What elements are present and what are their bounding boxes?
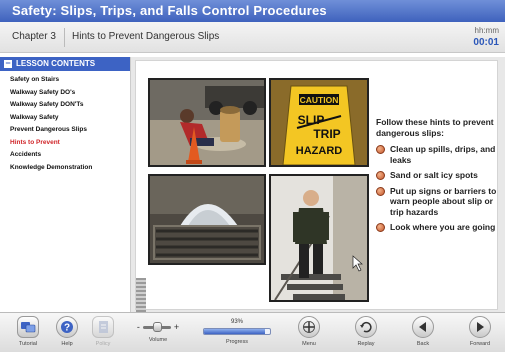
progress-percent: 93% bbox=[230, 319, 243, 325]
hint-item: Put up signs or barriers to warn people … bbox=[376, 186, 504, 218]
volume-slider[interactable] bbox=[142, 321, 171, 332]
bullet-icon bbox=[376, 223, 385, 232]
menu-icon bbox=[298, 316, 320, 338]
back-button[interactable]: Back bbox=[408, 316, 438, 347]
hint-text: Clean up spills, drips, and leaks bbox=[390, 144, 496, 165]
volume-slider-knob[interactable] bbox=[152, 321, 162, 332]
bullet-icon bbox=[376, 171, 385, 180]
sidebar-item-hints-to-prevent[interactable]: Hints to Prevent bbox=[10, 137, 130, 150]
sign-hazard-text: HAZARD bbox=[296, 145, 342, 157]
player-toolbar: Tutorial ? Help Policy - + Volume 93% Pr… bbox=[0, 312, 505, 352]
chapter-bar: Chapter 3 Hints to Prevent Dangerous Sli… bbox=[0, 22, 505, 53]
replay-icon bbox=[355, 316, 377, 338]
timer-value: 00:01 bbox=[473, 37, 499, 48]
slide-scroll-handle[interactable] bbox=[136, 278, 146, 312]
photo-icy-drain bbox=[148, 174, 266, 265]
sidebar-item-walkway-safety[interactable]: Walkway Safety bbox=[10, 112, 130, 125]
hint-item: Clean up spills, drips, and leaks bbox=[376, 144, 504, 165]
replay-label: Replay bbox=[357, 341, 375, 347]
sidebar-item-walkway-dos[interactable]: Walkway Safety DO's bbox=[10, 87, 130, 100]
policy-label: Policy bbox=[95, 341, 111, 347]
slide-content: CAUTION SLIP TRIP HAZARD Follow these hi… bbox=[135, 60, 498, 312]
timer-label: hh:mm bbox=[474, 26, 499, 35]
sidebar-item-safety-on-stairs[interactable]: Safety on Stairs bbox=[10, 74, 130, 87]
help-icon: ? bbox=[56, 316, 78, 338]
collapse-icon[interactable]: − bbox=[4, 59, 12, 68]
policy-button[interactable]: Policy bbox=[88, 316, 118, 347]
hints-intro: Follow these hints to prevent dangerous … bbox=[376, 117, 494, 138]
help-label: Help bbox=[61, 341, 73, 347]
lesson-sidebar: − LESSON CONTENTS Safety on Stairs Walkw… bbox=[0, 57, 131, 312]
back-icon bbox=[412, 316, 434, 338]
sidebar-item-walkway-donts[interactable]: Walkway Safety DON'Ts bbox=[10, 99, 130, 112]
sidebar-item-accidents[interactable]: Accidents bbox=[10, 149, 130, 162]
chapter-divider bbox=[64, 28, 65, 47]
photo-caution-sign: CAUTION SLIP TRIP HAZARD bbox=[269, 78, 369, 167]
hint-item: Look where you are going bbox=[376, 222, 504, 233]
bullet-icon bbox=[376, 186, 385, 196]
forward-label: Forward bbox=[469, 341, 491, 347]
hint-text: Put up signs or barriers to warn people … bbox=[390, 185, 497, 217]
volume-control: - + Volume bbox=[128, 317, 188, 343]
app-title: Safety: Slips, Trips, and Falls Control … bbox=[0, 0, 505, 22]
volume-up-button[interactable]: + bbox=[174, 322, 179, 332]
lesson-contents-title: LESSON CONTENTS bbox=[16, 59, 96, 68]
photo-cleaning-spill bbox=[148, 78, 266, 167]
sign-trip-text: TRIP bbox=[313, 127, 340, 141]
progress-label: Progress bbox=[225, 339, 248, 345]
sidebar-item-knowledge-demo[interactable]: Knowledge Demonstration bbox=[10, 162, 130, 175]
hint-item: Sand or salt icy spots bbox=[376, 170, 504, 181]
photo-man-on-stairs bbox=[269, 174, 369, 302]
menu-button[interactable]: Menu bbox=[294, 316, 324, 347]
chapter-title: Hints to Prevent Dangerous Slips bbox=[72, 31, 220, 42]
back-label: Back bbox=[416, 341, 430, 347]
sidebar-item-prevent-slips[interactable]: Prevent Dangerous Slips bbox=[10, 124, 130, 137]
progress-bar bbox=[203, 328, 271, 335]
menu-label: Menu bbox=[302, 341, 316, 347]
bullet-icon bbox=[376, 145, 385, 154]
progress-indicator: 93% Progress bbox=[203, 319, 271, 345]
progress-bar-fill bbox=[204, 329, 266, 334]
volume-down-button[interactable]: - bbox=[137, 322, 140, 332]
slide-stage: CAUTION SLIP TRIP HAZARD Follow these hi… bbox=[131, 57, 505, 312]
chapter-number: Chapter 3 bbox=[12, 31, 56, 42]
tutorial-icon bbox=[17, 316, 39, 338]
sign-caution-text: CAUTION bbox=[300, 95, 339, 105]
svg-text:?: ? bbox=[64, 323, 70, 334]
forward-button[interactable]: Forward bbox=[462, 316, 498, 347]
help-button[interactable]: ? Help bbox=[52, 316, 82, 347]
hints-panel: Follow these hints to prevent dangerous … bbox=[376, 117, 504, 238]
hint-text: Sand or salt icy spots bbox=[390, 170, 478, 180]
lesson-menu: Safety on Stairs Walkway Safety DO's Wal… bbox=[0, 71, 130, 174]
lesson-contents-header[interactable]: − LESSON CONTENTS bbox=[0, 57, 130, 71]
policy-icon bbox=[92, 316, 114, 338]
tutorial-label: Tutorial bbox=[18, 341, 38, 347]
forward-icon bbox=[469, 316, 491, 338]
hint-text: Look where you are going bbox=[390, 222, 496, 232]
volume-label: Volume bbox=[148, 337, 168, 343]
replay-button[interactable]: Replay bbox=[350, 316, 382, 347]
tutorial-button[interactable]: Tutorial bbox=[10, 316, 46, 347]
